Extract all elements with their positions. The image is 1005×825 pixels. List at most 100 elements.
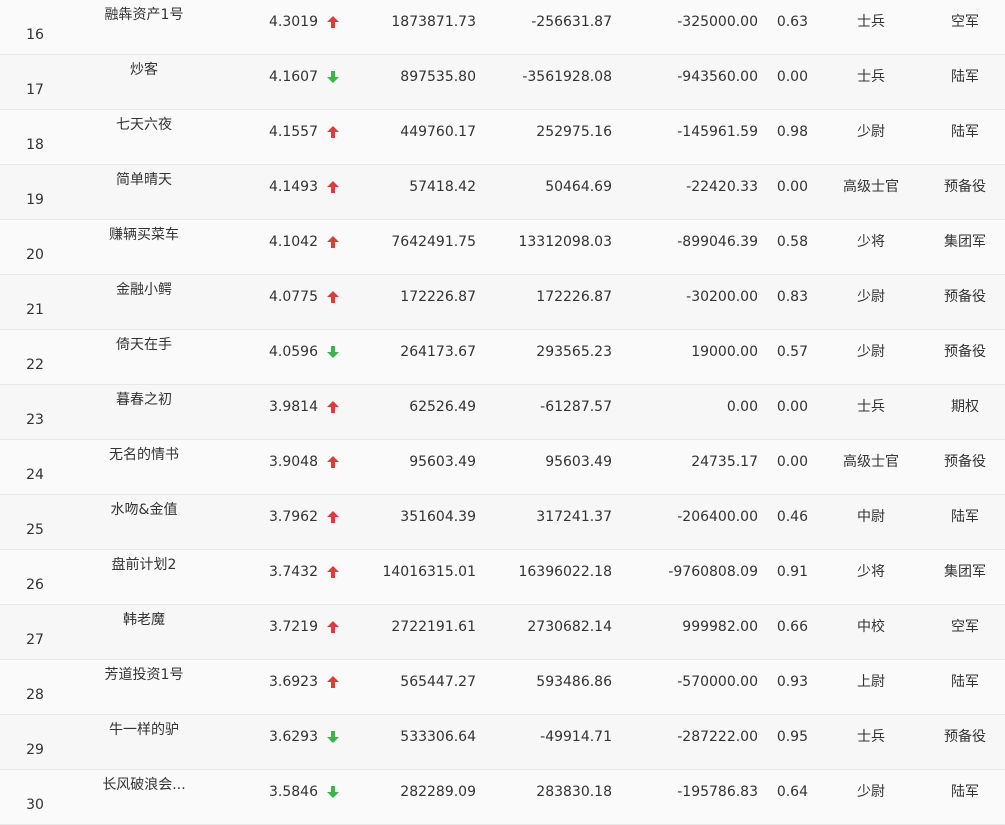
score-value: 3.7432 — [269, 564, 318, 580]
trader-name[interactable]: 无名的情书 — [84, 446, 204, 464]
trader-name[interactable]: 赚辆买菜车 — [84, 226, 204, 244]
trader-name[interactable]: 水吻&金值 — [84, 501, 204, 519]
value-1: 14016315.01 — [382, 564, 476, 580]
rank-title: 高级士官 — [843, 179, 899, 195]
trader-name[interactable]: 融犇资产1号 — [84, 6, 204, 24]
table-row[interactable]: 27 韩老魔 3.7219 2722191.61 2730682.14 999982.00… — [0, 605, 1005, 660]
value-3: -22420.33 — [686, 179, 758, 195]
table-row[interactable]: 20 赚辆买菜车 4.1042 7642491.75 13312098.03 -89904… — [0, 220, 1005, 275]
arrow-up-icon — [326, 400, 342, 414]
rank-title: 高级士官 — [843, 454, 899, 470]
arrow-up-icon — [326, 15, 342, 29]
ratio-value: 0.91 — [776, 564, 808, 580]
value-3: -899046.39 — [677, 234, 758, 250]
rank-cell: 29 — [26, 742, 44, 758]
value-1: 449760.17 — [400, 124, 476, 140]
trader-name[interactable]: 芳道投资1号 — [84, 666, 204, 684]
rank-title: 上尉 — [857, 674, 885, 690]
table-row[interactable]: 25 水吻&金值 3.7962 351604.39 317241.37 -206400.0… — [0, 495, 1005, 550]
rank-cell: 24 — [26, 467, 44, 483]
rank-cell: 17 — [26, 82, 44, 98]
value-1: 351604.39 — [400, 509, 476, 525]
trader-name[interactable]: 暮春之初 — [84, 391, 204, 409]
trader-name[interactable]: 牛一样的驴 — [84, 721, 204, 739]
value-2: 293565.23 — [536, 344, 612, 360]
table-row[interactable]: 16 融犇资产1号 4.3019 1873871.73 -256631.87 -32500… — [0, 0, 1005, 55]
arrow-down-icon — [326, 785, 342, 799]
value-1: 7642491.75 — [391, 234, 476, 250]
ratio-value: 0.95 — [776, 729, 808, 745]
army-category: 空军 — [951, 619, 979, 635]
rank-title: 士兵 — [857, 399, 885, 415]
value-1: 565447.27 — [400, 674, 476, 690]
table-row[interactable]: 26 盘前计划2 3.7432 14016315.01 16396022.18 -9760… — [0, 550, 1005, 605]
trader-name[interactable]: 炒客 — [84, 61, 204, 79]
value-3: 24735.17 — [691, 454, 758, 470]
army-category: 空军 — [951, 14, 979, 30]
table-row[interactable]: 17 炒客 4.1607 897535.80 -3561928.08 -943560.00… — [0, 55, 1005, 110]
rank-cell: 28 — [26, 687, 44, 703]
army-category: 陆军 — [951, 509, 979, 525]
army-category: 期权 — [951, 399, 979, 415]
table-row[interactable]: 29 牛一样的驴 3.6293 533306.64 -49914.71 -287222.0… — [0, 715, 1005, 770]
trader-name[interactable]: 金融小鳄 — [84, 281, 204, 299]
value-3: -145961.59 — [677, 124, 758, 140]
value-1: 62526.49 — [409, 399, 476, 415]
rank-cell: 21 — [26, 302, 44, 318]
value-2: -49914.71 — [540, 729, 612, 745]
rank-title: 少将 — [857, 234, 885, 250]
value-3: 0.00 — [726, 399, 758, 415]
trader-name[interactable]: 简单晴天 — [84, 171, 204, 189]
score-value: 3.9814 — [269, 399, 318, 415]
ratio-value: 0.00 — [776, 454, 808, 470]
army-category: 预备役 — [944, 344, 986, 360]
arrow-up-icon — [326, 290, 342, 304]
rank-title: 少尉 — [857, 289, 885, 305]
arrow-down-icon — [326, 730, 342, 744]
table-row[interactable]: 21 金融小鳄 4.0775 172226.87 172226.87 -30200.00 0… — [0, 275, 1005, 330]
score-value: 3.5846 — [269, 784, 318, 800]
table-row[interactable]: 22 倚天在手 4.0596 264173.67 293565.23 19000.00 0.… — [0, 330, 1005, 385]
rank-title: 士兵 — [857, 14, 885, 30]
score-value: 3.7219 — [269, 619, 318, 635]
arrow-up-icon — [326, 235, 342, 249]
rank-title: 士兵 — [857, 69, 885, 85]
table-row[interactable]: 19 简单晴天 4.1493 57418.42 50464.69 -22420.33 0.0… — [0, 165, 1005, 220]
value-1: 57418.42 — [409, 179, 476, 195]
trader-name[interactable]: 盘前计划2 — [84, 556, 204, 574]
trader-name[interactable]: 长风破浪会... — [84, 776, 204, 794]
score-value: 3.9048 — [269, 454, 318, 470]
table-row[interactable]: 24 无名的情书 3.9048 95603.49 95603.49 24735.17 0.0… — [0, 440, 1005, 495]
rank-cell: 19 — [26, 192, 44, 208]
army-category: 预备役 — [944, 729, 986, 745]
table-row[interactable]: 18 七天六夜 4.1557 449760.17 252975.16 -145961.59… — [0, 110, 1005, 165]
army-category: 陆军 — [951, 69, 979, 85]
value-3: 999982.00 — [682, 619, 758, 635]
score-value: 4.0596 — [269, 344, 318, 360]
ratio-value: 0.00 — [776, 179, 808, 195]
ratio-value: 0.63 — [776, 14, 808, 30]
value-1: 533306.64 — [400, 729, 476, 745]
value-1: 95603.49 — [409, 454, 476, 470]
ratio-value: 0.93 — [776, 674, 808, 690]
ratio-value: 0.00 — [776, 399, 808, 415]
value-2: 50464.69 — [545, 179, 612, 195]
value-2: 252975.16 — [536, 124, 612, 140]
table-row[interactable]: 28 芳道投资1号 3.6923 565447.27 593486.86 -570000.… — [0, 660, 1005, 715]
value-2: 95603.49 — [545, 454, 612, 470]
ratio-value: 0.98 — [776, 124, 808, 140]
army-category: 集团军 — [944, 564, 986, 580]
trader-name[interactable]: 七天六夜 — [84, 116, 204, 134]
value-2: 172226.87 — [536, 289, 612, 305]
table-row[interactable]: 30 长风破浪会... 3.5846 282289.09 283830.18 -19578… — [0, 770, 1005, 825]
table-row[interactable]: 23 暮春之初 3.9814 62526.49 -61287.57 0.00 0.00 士兵 期… — [0, 385, 1005, 440]
value-2: -61287.57 — [540, 399, 612, 415]
trader-name[interactable]: 韩老魔 — [84, 611, 204, 629]
trader-name[interactable]: 倚天在手 — [84, 336, 204, 354]
army-category: 预备役 — [944, 454, 986, 470]
value-1: 282289.09 — [400, 784, 476, 800]
value-2: 2730682.14 — [527, 619, 612, 635]
score-value: 4.1042 — [269, 234, 318, 250]
score-value: 4.1607 — [269, 69, 318, 85]
ranking-table: 16 融犇资产1号 4.3019 1873871.73 -256631.87 -32500… — [0, 0, 1005, 825]
